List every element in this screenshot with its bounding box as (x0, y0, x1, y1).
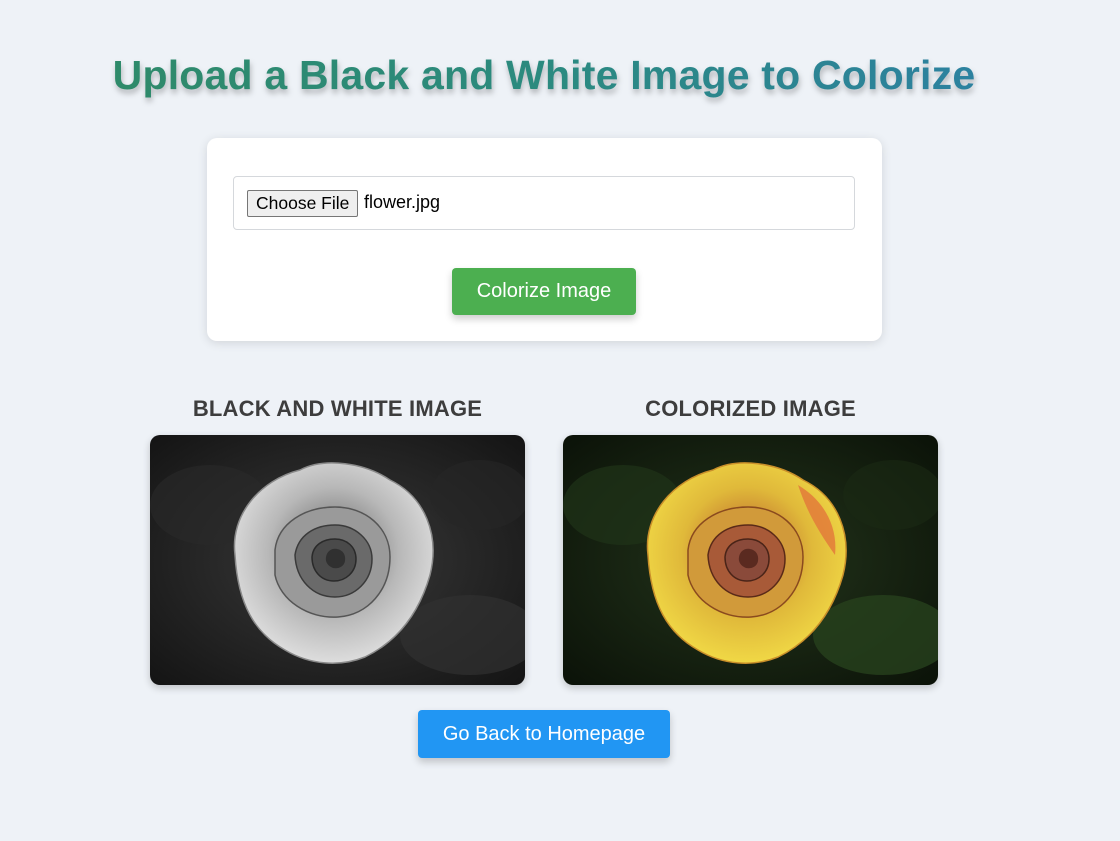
original-image-heading: BLACK AND WHITE IMAGE (192, 396, 483, 421)
colorize-image-button[interactable]: Colorize Image (452, 268, 636, 315)
original-image (150, 435, 525, 685)
colorized-image-heading: COLORIZED IMAGE (645, 396, 856, 421)
colorized-image (563, 435, 938, 685)
rose-grayscale-photo (150, 435, 525, 685)
page-title: Upload a Black and White Image to Colori… (0, 52, 1088, 99)
colorizer-page: Upload a Black and White Image to Colori… (0, 0, 1120, 841)
rose-colorized-photo (563, 435, 938, 685)
go-back-homepage-button[interactable]: Go Back to Homepage (418, 710, 670, 758)
upload-card: Choose File flower.jpg Colorize Image (207, 138, 882, 341)
choose-file-button[interactable]: Choose File (247, 190, 359, 217)
selected-file-name: flower.jpg (364, 192, 441, 212)
file-input-field[interactable]: Choose File flower.jpg (233, 176, 855, 230)
